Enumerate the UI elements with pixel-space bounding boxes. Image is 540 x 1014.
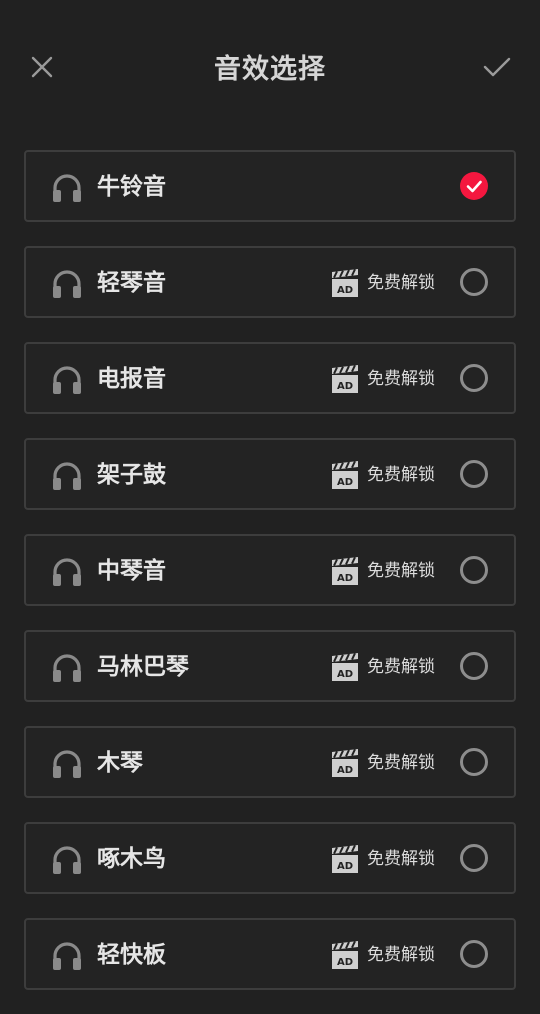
unlock-label: 免费解锁 bbox=[367, 273, 435, 293]
ad-unlock[interactable]: AD 免费解锁 bbox=[331, 844, 435, 874]
header: 音效选择 bbox=[0, 0, 540, 134]
page-title: 音效选择 bbox=[214, 54, 326, 85]
unlock-label: 免费解锁 bbox=[367, 753, 435, 773]
unlock-label: 免费解锁 bbox=[367, 369, 435, 389]
radio-button[interactable] bbox=[460, 844, 488, 872]
sound-item-1[interactable]: 牛铃音 bbox=[24, 150, 516, 222]
svg-text:AD: AD bbox=[337, 573, 353, 584]
headphones-icon bbox=[53, 558, 81, 586]
ad-clapperboard-icon: AD bbox=[332, 556, 358, 585]
radio-button[interactable] bbox=[460, 748, 488, 776]
sound-item-5[interactable]: 中琴音 AD 免费解锁 bbox=[24, 534, 516, 606]
headphones-icon bbox=[53, 270, 81, 298]
svg-text:AD: AD bbox=[337, 957, 353, 968]
ad-unlock[interactable]: AD 免费解锁 bbox=[331, 460, 435, 490]
sound-item-name: 马林巴琴 bbox=[97, 654, 189, 680]
unlock-label: 免费解锁 bbox=[367, 465, 435, 485]
radio-button[interactable] bbox=[460, 460, 488, 488]
sound-item-3[interactable]: 电报音 AD 免费解锁 bbox=[24, 342, 516, 414]
ad-clapperboard-icon: AD bbox=[332, 748, 358, 777]
confirm-button[interactable] bbox=[478, 48, 516, 86]
headphones-icon bbox=[53, 366, 81, 394]
sound-item-2[interactable]: 轻琴音 AD 免费解锁 bbox=[24, 246, 516, 318]
ad-unlock[interactable]: AD 免费解锁 bbox=[331, 748, 435, 778]
sound-item-9[interactable]: 轻快板 AD 免费解锁 bbox=[24, 918, 516, 990]
ad-unlock[interactable]: AD 免费解锁 bbox=[331, 940, 435, 970]
ad-unlock[interactable]: AD 免费解锁 bbox=[331, 652, 435, 682]
radio-button[interactable] bbox=[460, 268, 488, 296]
svg-text:AD: AD bbox=[337, 381, 353, 392]
svg-text:AD: AD bbox=[337, 477, 353, 488]
unlock-label: 免费解锁 bbox=[367, 945, 435, 965]
unlock-label: 免费解锁 bbox=[367, 657, 435, 677]
sound-item-name: 轻快板 bbox=[97, 942, 166, 968]
radio-button-selected[interactable] bbox=[460, 172, 488, 200]
ad-clapperboard-icon: AD bbox=[332, 652, 358, 681]
ad-unlock[interactable]: AD 免费解锁 bbox=[331, 556, 435, 586]
ad-unlock[interactable]: AD 免费解锁 bbox=[331, 268, 435, 298]
sound-item-name: 架子鼓 bbox=[97, 462, 166, 488]
headphones-icon bbox=[53, 462, 81, 490]
sound-item-8[interactable]: 啄木鸟 AD 免费解锁 bbox=[24, 822, 516, 894]
headphones-icon bbox=[53, 846, 81, 874]
svg-text:AD: AD bbox=[337, 765, 353, 776]
headphones-icon bbox=[53, 942, 81, 970]
unlock-label: 免费解锁 bbox=[367, 561, 435, 581]
sound-item-name: 轻琴音 bbox=[97, 270, 166, 296]
sound-item-name: 木琴 bbox=[97, 750, 143, 776]
sound-item-name: 中琴音 bbox=[97, 558, 166, 584]
sound-item-7[interactable]: 木琴 AD 免费解锁 bbox=[24, 726, 516, 798]
sound-item-6[interactable]: 马林巴琴 AD 免费解锁 bbox=[24, 630, 516, 702]
sound-item-name: 牛铃音 bbox=[97, 174, 166, 200]
ad-clapperboard-icon: AD bbox=[332, 364, 358, 393]
ad-clapperboard-icon: AD bbox=[332, 460, 358, 489]
unlock-label: 免费解锁 bbox=[367, 849, 435, 869]
ad-clapperboard-icon: AD bbox=[332, 940, 358, 969]
headphones-icon bbox=[53, 654, 81, 682]
svg-text:AD: AD bbox=[337, 669, 353, 680]
radio-button[interactable] bbox=[460, 364, 488, 392]
ad-clapperboard-icon: AD bbox=[332, 844, 358, 873]
check-icon bbox=[466, 180, 482, 193]
sound-effect-list: 牛铃音 轻琴音 AD 免费解锁 电报音 AD 免费解锁 架子鼓 AD 免费解锁 … bbox=[24, 150, 516, 1014]
ad-unlock[interactable]: AD 免费解锁 bbox=[331, 364, 435, 394]
radio-button[interactable] bbox=[460, 940, 488, 968]
svg-text:AD: AD bbox=[337, 285, 353, 296]
ad-clapperboard-icon: AD bbox=[332, 268, 358, 297]
radio-button[interactable] bbox=[460, 652, 488, 680]
headphones-icon bbox=[53, 174, 81, 202]
headphones-icon bbox=[53, 750, 81, 778]
sound-item-name: 电报音 bbox=[97, 366, 166, 392]
sound-item-name: 啄木鸟 bbox=[97, 846, 166, 872]
check-icon bbox=[483, 57, 511, 77]
sound-item-4[interactable]: 架子鼓 AD 免费解锁 bbox=[24, 438, 516, 510]
radio-button[interactable] bbox=[460, 556, 488, 584]
svg-text:AD: AD bbox=[337, 861, 353, 872]
